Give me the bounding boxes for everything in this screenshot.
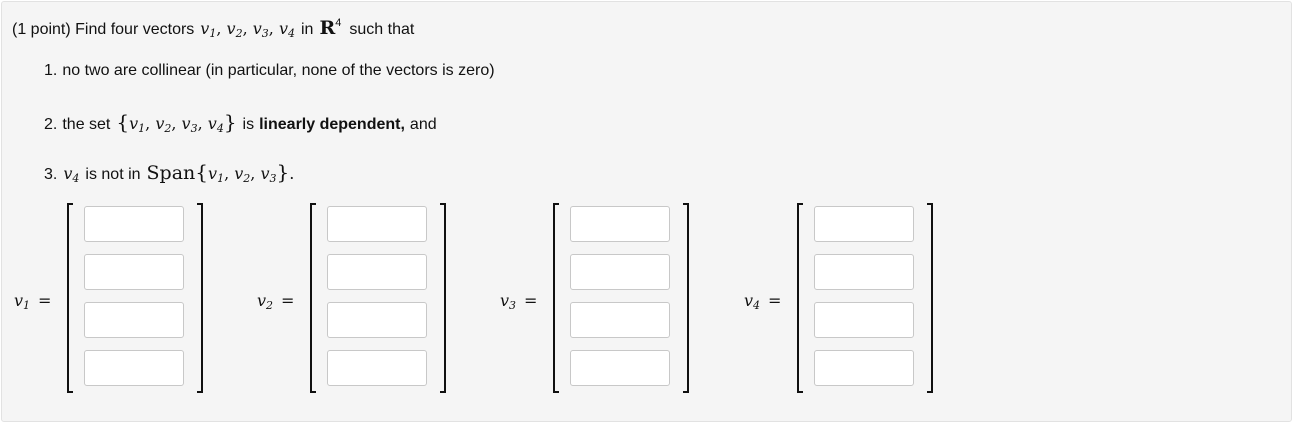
v1-entry-4[interactable]: [84, 350, 184, 386]
condition-1-text: no two are collinear (in particular, non…: [62, 62, 495, 79]
condition-2: 2. the set {v1, v2, v3, v4} is linearly …: [44, 110, 437, 135]
condition-1: 1. no two are collinear (in particular, …: [44, 62, 495, 80]
var-v1: v1: [200, 19, 217, 40]
var-v4: v4: [278, 19, 295, 40]
vector-label-v3: v3 =: [500, 291, 538, 312]
var-v2: v2: [226, 19, 243, 40]
v2-entry-3[interactable]: [327, 302, 427, 338]
vector-label-v1: v1 =: [14, 291, 52, 312]
item-number: 1.: [44, 62, 58, 79]
left-bracket: [67, 203, 73, 393]
item-number: 2.: [44, 116, 58, 133]
v3-entry-1[interactable]: [570, 206, 670, 242]
var-v4: v4: [63, 164, 80, 185]
v1-entry-1[interactable]: [84, 206, 184, 242]
v4-entry-4[interactable]: [814, 350, 914, 386]
v2-entry-4[interactable]: [327, 350, 427, 386]
left-bracket: [553, 203, 559, 393]
matrix-v3: [553, 203, 689, 393]
matrix-v4: [797, 203, 933, 393]
right-bracket: [683, 203, 689, 393]
condition-3: 3. v4 is not in Span{v1, v2, v3}.: [44, 160, 295, 185]
v4-entry-1[interactable]: [814, 206, 914, 242]
question-suffix: such that: [349, 21, 415, 38]
question-prefix: (1 point) Find four vectors: [12, 21, 195, 38]
v3-entry-2[interactable]: [570, 254, 670, 290]
v4-entry-2[interactable]: [814, 254, 914, 290]
span-expression: Span{v1, v2, v3}.: [146, 160, 295, 185]
v2-entry-2[interactable]: [327, 254, 427, 290]
left-bracket: [310, 203, 316, 393]
question-header: (1 point) Find four vectors v1, v2, v3, …: [12, 17, 415, 40]
space-symbol: R4: [319, 17, 342, 39]
in-word: in: [301, 21, 314, 38]
left-bracket: [797, 203, 803, 393]
v3-entry-3[interactable]: [570, 302, 670, 338]
item-number: 3.: [44, 166, 58, 183]
condition-2-pre: the set: [62, 116, 111, 133]
matrix-v1: [67, 203, 203, 393]
right-bracket: [440, 203, 446, 393]
v3-entry-4[interactable]: [570, 350, 670, 386]
v2-entry-1[interactable]: [327, 206, 427, 242]
linearly-dependent-text: linearly dependent,: [259, 116, 405, 133]
right-bracket: [927, 203, 933, 393]
vector-set: {v1, v2, v3, v4}: [116, 110, 237, 135]
v4-entry-3[interactable]: [814, 302, 914, 338]
var-v3: v3: [252, 19, 269, 40]
vector-label-v4: v4 =: [744, 291, 782, 312]
v1-entry-2[interactable]: [84, 254, 184, 290]
vector-label-v2: v2 =: [257, 291, 295, 312]
v1-entry-3[interactable]: [84, 302, 184, 338]
problem-panel: (1 point) Find four vectors v1, v2, v3, …: [1, 1, 1292, 422]
right-bracket: [197, 203, 203, 393]
matrix-v2: [310, 203, 446, 393]
